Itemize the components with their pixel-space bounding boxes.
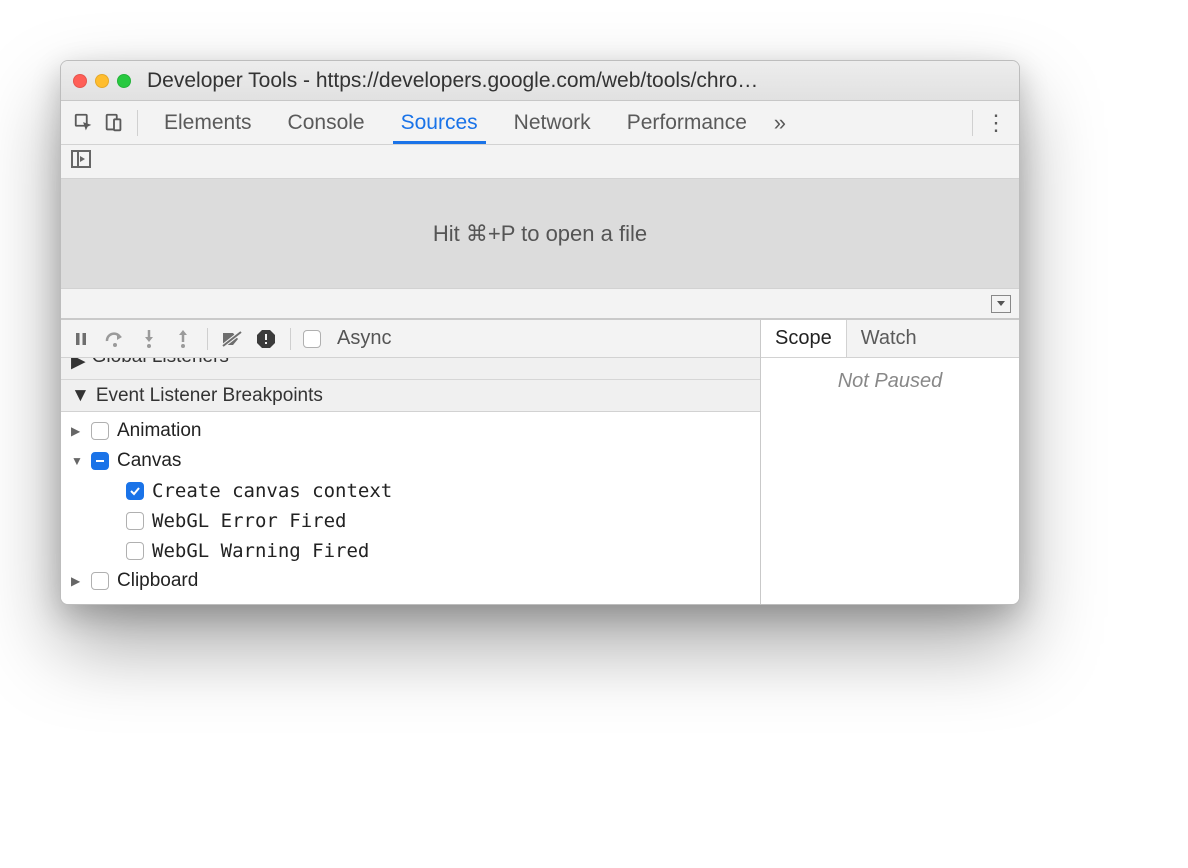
sources-subbar — [61, 145, 1019, 179]
tab-elements[interactable]: Elements — [146, 101, 270, 144]
async-label: Async — [337, 327, 391, 350]
clipboard-label: Clipboard — [117, 570, 198, 592]
animation-label: Animation — [117, 420, 202, 442]
inspect-element-icon[interactable] — [69, 108, 99, 138]
window-title: Developer Tools - https://developers.goo… — [147, 69, 1007, 93]
deactivate-breakpoints-icon[interactable] — [220, 327, 244, 351]
debugger-split: Async ▶ Global Listeners ▼ Event Listene… — [61, 319, 1019, 604]
tab-sources[interactable]: Sources — [383, 101, 496, 144]
triangle-right-icon: ▶ — [71, 574, 83, 588]
tabbar-divider — [137, 110, 138, 136]
event-listener-tree: ▶ Animation ▼ Canvas ▶ Create can — [61, 412, 760, 604]
event-listener-breakpoints-header[interactable]: ▼ Event Listener Breakpoints — [61, 380, 760, 412]
elb-label: Event Listener Breakpoints — [96, 385, 323, 407]
clipboard-checkbox[interactable] — [91, 572, 109, 590]
devtools-tabbar: Elements Console Sources Network Perform… — [61, 101, 1019, 145]
zoom-window-button[interactable] — [117, 74, 131, 88]
canvas-checkbox[interactable] — [91, 452, 109, 470]
step-out-icon[interactable] — [171, 327, 195, 351]
debugger-toolbar: Async — [61, 320, 760, 358]
device-toolbar-icon[interactable] — [99, 108, 129, 138]
triangle-down-icon: ▼ — [71, 385, 90, 407]
not-paused-message: Not Paused — [761, 358, 1019, 405]
tab-watch[interactable]: Watch — [847, 320, 931, 357]
more-tabs-icon[interactable]: » — [765, 108, 795, 138]
global-listeners-label: Global Listeners — [92, 358, 229, 368]
canvas-label: Canvas — [117, 450, 181, 472]
open-file-hint: Hit ⌘+P to open a file — [61, 179, 1019, 289]
debugger-left-pane: Async ▶ Global Listeners ▼ Event Listene… — [61, 320, 761, 604]
toolbar-separator — [207, 328, 208, 350]
webgl-warning-label: WebGL Warning Fired — [152, 540, 369, 562]
pause-on-exceptions-icon[interactable] — [254, 327, 278, 351]
item-create-canvas-context[interactable]: ▶ Create canvas context — [61, 476, 760, 506]
category-animation[interactable]: ▶ Animation — [61, 416, 760, 446]
toolbar-separator-2 — [290, 328, 291, 350]
webgl-error-label: WebGL Error Fired — [152, 510, 346, 532]
debugger-right-pane: Scope Watch Not Paused — [761, 320, 1019, 604]
devtools-window: Developer Tools - https://developers.goo… — [60, 60, 1020, 605]
item-webgl-error-fired[interactable]: ▶ WebGL Error Fired — [61, 506, 760, 536]
show-navigator-icon[interactable] — [71, 150, 91, 173]
create-canvas-context-label: Create canvas context — [152, 480, 392, 502]
minimize-window-button[interactable] — [95, 74, 109, 88]
drawer-minibar — [61, 289, 1019, 319]
item-webgl-warning-fired[interactable]: ▶ WebGL Warning Fired — [61, 536, 760, 566]
tab-network[interactable]: Network — [496, 101, 609, 144]
expand-drawer-icon[interactable] — [991, 295, 1011, 313]
window-titlebar: Developer Tools - https://developers.goo… — [61, 61, 1019, 101]
tab-performance[interactable]: Performance — [609, 101, 765, 144]
triangle-right-icon: ▶ — [71, 358, 86, 373]
global-listeners-header[interactable]: ▶ Global Listeners — [61, 358, 760, 380]
hint-text: Hit ⌘+P to open a file — [433, 221, 647, 247]
category-clipboard[interactable]: ▶ Clipboard — [61, 566, 760, 596]
step-over-icon[interactable] — [103, 327, 127, 351]
tab-scope[interactable]: Scope — [761, 320, 847, 357]
category-canvas[interactable]: ▼ Canvas — [61, 446, 760, 476]
tabbar-divider-right — [972, 110, 973, 136]
webgl-error-checkbox[interactable] — [126, 512, 144, 530]
animation-checkbox[interactable] — [91, 422, 109, 440]
pause-icon[interactable] — [69, 327, 93, 351]
triangle-right-icon: ▶ — [71, 424, 83, 438]
create-canvas-context-checkbox[interactable] — [126, 482, 144, 500]
triangle-down-icon: ▼ — [71, 454, 83, 468]
webgl-warning-checkbox[interactable] — [126, 542, 144, 560]
step-into-icon[interactable] — [137, 327, 161, 351]
traffic-lights — [73, 74, 131, 88]
right-pane-tabs: Scope Watch — [761, 320, 1019, 358]
async-checkbox[interactable] — [303, 330, 321, 348]
tab-console[interactable]: Console — [270, 101, 383, 144]
close-window-button[interactable] — [73, 74, 87, 88]
kebab-menu-icon[interactable]: ⋮ — [981, 108, 1011, 138]
